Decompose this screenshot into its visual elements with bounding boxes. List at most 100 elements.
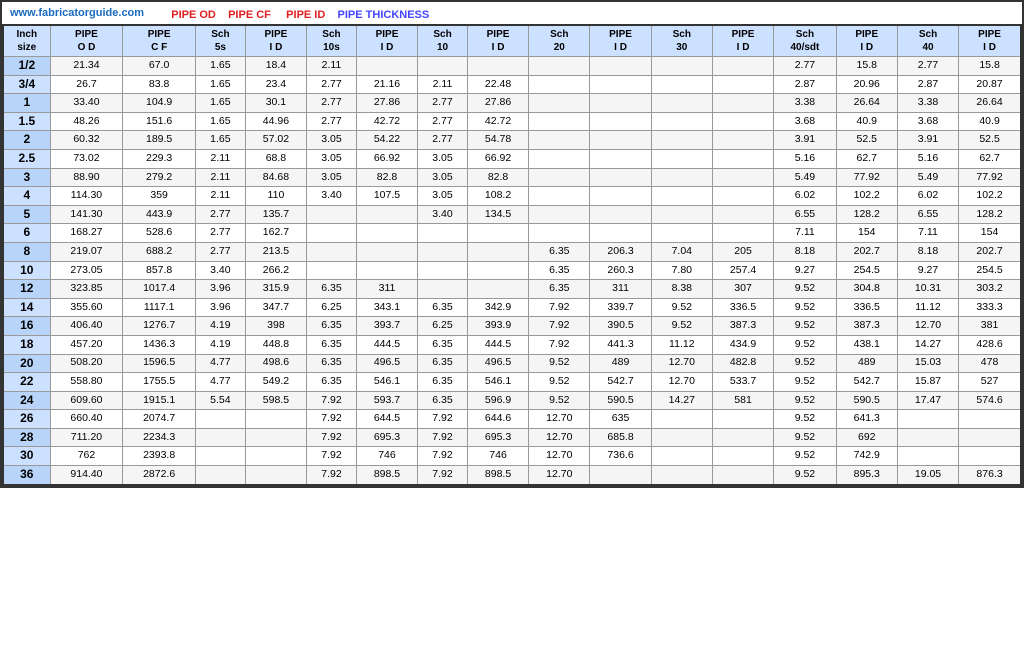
table-cell: [307, 224, 357, 243]
table-cell: 162.7: [245, 224, 306, 243]
table-cell: 307: [712, 280, 773, 299]
table-cell: 279.2: [123, 168, 196, 187]
table-cell: 7.11: [897, 224, 958, 243]
table-cell: 62.7: [836, 149, 897, 168]
table-cell: 9.52: [774, 373, 836, 392]
table-cell: 52.5: [959, 131, 1021, 150]
table-cell: 9.52: [774, 317, 836, 336]
table-cell: 574.6: [959, 391, 1021, 410]
table-cell: 1915.1: [123, 391, 196, 410]
label-thickness: PIPE THICKNESS: [338, 9, 430, 21]
table-cell: 9.52: [651, 317, 712, 336]
table-cell: [712, 168, 773, 187]
table-cell: 898.5: [467, 466, 528, 485]
table-row: 26660.402074.77.92644.57.92644.612.70635…: [3, 410, 1021, 429]
table-cell: [651, 149, 712, 168]
table-cell: 257.4: [712, 261, 773, 280]
table-cell: 4: [3, 187, 50, 206]
table-cell: 219.07: [50, 242, 123, 261]
table-cell: 24: [3, 391, 50, 410]
table-cell: 22.48: [467, 75, 528, 94]
table-cell: 6.35: [307, 335, 357, 354]
table-cell: 108.2: [467, 187, 528, 206]
table-cell: [712, 224, 773, 243]
table-cell: [590, 149, 651, 168]
pipe-schedule-table: Inchsize PIPEO D PIPEC F Sch5s PIPEI D S…: [2, 24, 1022, 486]
table-cell: 914.40: [50, 466, 123, 485]
table-row: 16406.401276.74.193986.35393.76.25393.97…: [3, 317, 1021, 336]
table-cell: 154: [959, 224, 1021, 243]
table-cell: [651, 205, 712, 224]
table-cell: 598.5: [245, 391, 306, 410]
table-cell: 40.9: [959, 112, 1021, 131]
table-cell: 26.7: [50, 75, 123, 94]
table-cell: [245, 428, 306, 447]
table-row: 24609.601915.15.54598.57.92593.76.35596.…: [3, 391, 1021, 410]
col-header-id6: PIPEI D: [836, 25, 897, 57]
table-cell: 26.64: [836, 94, 897, 113]
table-cell: [418, 261, 468, 280]
table-cell: 685.8: [590, 428, 651, 447]
table-cell: [897, 410, 958, 429]
table-cell: [418, 57, 468, 76]
table-cell: 489: [590, 354, 651, 373]
website-link[interactable]: www.fabricatorguide.com: [10, 7, 144, 19]
table-cell: 457.20: [50, 335, 123, 354]
table-header-row: Inchsize PIPEO D PIPEC F Sch5s PIPEI D S…: [3, 25, 1021, 57]
table-cell: 496.5: [467, 354, 528, 373]
table-cell: 21.34: [50, 57, 123, 76]
table-cell: 27.86: [356, 94, 417, 113]
table-cell: 3.05: [418, 149, 468, 168]
table-cell: [529, 131, 590, 150]
table-cell: 9.52: [529, 354, 590, 373]
table-cell: 1/2: [3, 57, 50, 76]
table-cell: 8.18: [774, 242, 836, 261]
table-cell: 381: [959, 317, 1021, 336]
table-cell: 1596.5: [123, 354, 196, 373]
table-cell: 641.3: [836, 410, 897, 429]
table-cell: [651, 428, 712, 447]
table-cell: [651, 94, 712, 113]
table-cell: 135.7: [245, 205, 306, 224]
table-cell: 441.3: [590, 335, 651, 354]
table-cell: 387.3: [712, 317, 773, 336]
table-cell: 3.40: [418, 205, 468, 224]
table-cell: 398: [245, 317, 306, 336]
table-cell: 355.60: [50, 298, 123, 317]
table-cell: 12.70: [529, 428, 590, 447]
table-cell: 9.52: [529, 373, 590, 392]
table-cell: 695.3: [467, 428, 528, 447]
table-cell: 15.8: [836, 57, 897, 76]
table-cell: 2.11: [195, 168, 245, 187]
table-cell: 254.5: [836, 261, 897, 280]
table-cell: [590, 75, 651, 94]
table-cell: 18.4: [245, 57, 306, 76]
table-cell: 9.52: [774, 354, 836, 373]
table-cell: [529, 187, 590, 206]
table-cell: 8: [3, 242, 50, 261]
table-cell: [356, 261, 417, 280]
table-row: 388.90279.22.1184.683.0582.83.0582.85.49…: [3, 168, 1021, 187]
table-cell: 20.87: [959, 75, 1021, 94]
table-cell: 660.40: [50, 410, 123, 429]
table-cell: 52.5: [836, 131, 897, 150]
table-cell: 434.9: [712, 335, 773, 354]
table-cell: 6.02: [774, 187, 836, 206]
table-cell: 3.05: [307, 168, 357, 187]
table-cell: [590, 131, 651, 150]
table-cell: [245, 410, 306, 429]
table-cell: 18: [3, 335, 50, 354]
table-cell: [307, 242, 357, 261]
table-cell: 2.5: [3, 149, 50, 168]
table-cell: [590, 112, 651, 131]
table-cell: 590.5: [590, 391, 651, 410]
table-cell: 6.25: [418, 317, 468, 336]
table-cell: 9.52: [774, 298, 836, 317]
table-cell: [651, 447, 712, 466]
table-row: 10273.05857.83.40266.26.35260.37.80257.4…: [3, 261, 1021, 280]
table-cell: 336.5: [836, 298, 897, 317]
table-cell: 68.8: [245, 149, 306, 168]
table-cell: 2: [3, 131, 50, 150]
table-cell: [529, 112, 590, 131]
table-cell: [356, 205, 417, 224]
